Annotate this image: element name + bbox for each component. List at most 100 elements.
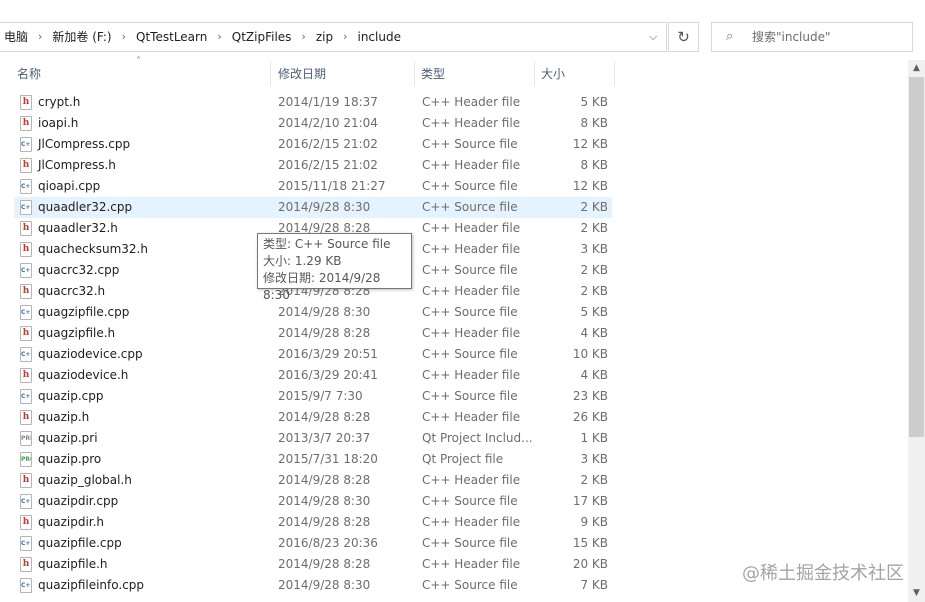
- breadcrumb-item[interactable]: QtZipFiles: [229, 23, 295, 51]
- scroll-down-icon[interactable]: ▼: [908, 585, 925, 602]
- header-file-icon: h: [20, 410, 32, 425]
- file-date: 2014/9/28 8:28: [278, 326, 371, 340]
- file-size: 26 KB: [572, 410, 608, 424]
- header-file-icon: h: [20, 557, 32, 572]
- source-file-icon: C++: [20, 179, 32, 194]
- file-size: 5 KB: [580, 305, 608, 319]
- column-divider[interactable]: [414, 62, 415, 86]
- file-size: 8 KB: [580, 158, 608, 172]
- header-file-icon: h: [20, 284, 32, 299]
- file-size: 2 KB: [580, 221, 608, 235]
- breadcrumb[interactable]: 电脑 › 新加卷 (F:) › QtTestLearn › QtZipFiles › zip › i…: [0, 22, 667, 52]
- file-type: C++ Source file: [422, 305, 518, 319]
- file-type: C++ Header file: [422, 284, 521, 298]
- file-size: 3 KB: [580, 452, 608, 466]
- file-row[interactable]: PRO quazip.pro 2015/7/31 18:20 Qt Project f…: [14, 449, 612, 470]
- file-date: 2014/9/28 8:30: [278, 494, 371, 508]
- file-row[interactable]: h quagzipfile.h 2014/9/28 8:28 C++ Header f…: [14, 323, 612, 344]
- vertical-scrollbar[interactable]: ▲ ▼: [908, 60, 925, 602]
- file-row[interactable]: C++ quazipfileinfo.cpp 2014/9/28 8:30 C++ S…: [14, 575, 612, 596]
- file-row[interactable]: h quazip_global.h 2014/9/28 8:28 C++ Header…: [14, 470, 612, 491]
- file-date: 2016/2/15 21:02: [278, 137, 378, 151]
- breadcrumb-separator-icon[interactable]: ›: [115, 23, 133, 51]
- file-row[interactable]: h ioapi.h 2014/2/10 21:04 C++ Header file 8 …: [14, 113, 612, 134]
- file-size: 1 KB: [580, 431, 608, 445]
- file-row[interactable]: C++ quazipfile.cpp 2016/8/23 20:36 C++ Sour…: [14, 533, 612, 554]
- file-size: 8 KB: [580, 116, 608, 130]
- refresh-button[interactable]: ↻: [668, 22, 699, 52]
- file-type: C++ Header file: [422, 326, 521, 340]
- file-date: 2014/9/28 8:28: [278, 515, 371, 529]
- breadcrumb-item[interactable]: zip: [313, 23, 336, 51]
- file-date: 2014/2/10 21:04: [278, 116, 378, 130]
- scroll-thumb[interactable]: [909, 77, 924, 437]
- file-row[interactable]: C++ quagzipfile.cpp 2014/9/28 8:30 C++ Sour…: [14, 302, 612, 323]
- breadcrumb-item[interactable]: 电脑: [1, 23, 31, 51]
- column-divider[interactable]: [534, 62, 535, 86]
- file-row[interactable]: C++ JlCompress.cpp 2016/2/15 21:02 C++ Sour…: [14, 134, 612, 155]
- file-name: quazip.pri: [38, 431, 98, 445]
- file-row[interactable]: C++ qioapi.cpp 2015/11/18 21:27 C++ Source …: [14, 176, 612, 197]
- search-box[interactable]: ⌕: [711, 22, 913, 52]
- breadcrumb-separator-icon[interactable]: ›: [294, 23, 312, 51]
- search-input[interactable]: [752, 27, 902, 47]
- file-row[interactable]: h crypt.h 2014/1/19 18:37 C++ Header file 5 …: [14, 92, 612, 113]
- column-name[interactable]: 名称: [17, 60, 41, 88]
- tooltip-size: 大小: 1.29 KB: [263, 254, 342, 268]
- file-row[interactable]: h quazipfile.h 2014/9/28 8:28 C++ Header fi…: [14, 554, 612, 575]
- breadcrumb-item[interactable]: QtTestLearn: [133, 23, 210, 51]
- project-file-icon: PRO: [20, 452, 32, 467]
- file-size: 23 KB: [572, 389, 608, 403]
- file-size: 2 KB: [580, 284, 608, 298]
- search-icon: ⌕: [726, 29, 734, 44]
- file-type: C++ Source file: [422, 494, 518, 508]
- file-row[interactable]: h quaziodevice.h 2016/3/29 20:41 C++ Header…: [14, 365, 612, 386]
- column-divider[interactable]: [614, 62, 615, 86]
- header-file-icon: h: [20, 515, 32, 530]
- header-file-icon: h: [20, 326, 32, 341]
- file-row[interactable]: C++ quazipdir.cpp 2014/9/28 8:30 C++ Source…: [14, 491, 612, 512]
- header-file-icon: h: [20, 158, 32, 173]
- file-name: crypt.h: [38, 95, 81, 109]
- breadcrumb-separator-icon[interactable]: ›: [210, 23, 228, 51]
- header-file-icon: h: [20, 221, 32, 236]
- chevron-down-icon[interactable]: ⌵: [640, 23, 666, 51]
- file-row[interactable]: PRI quazip.pri 2013/3/7 20:37 Qt Project In…: [14, 428, 612, 449]
- breadcrumb-item[interactable]: include: [354, 23, 403, 51]
- column-date[interactable]: 修改日期: [278, 60, 326, 88]
- source-file-icon: C++: [20, 347, 32, 362]
- column-divider[interactable]: [270, 62, 271, 86]
- tooltip-date: 修改日期: 2014/9/28 8:30: [263, 271, 381, 302]
- file-type: C++ Header file: [422, 158, 521, 172]
- file-row[interactable]: h JlCompress.h 2016/2/15 21:02 C++ Header f…: [14, 155, 612, 176]
- file-name: quazip.h: [38, 410, 90, 424]
- file-row[interactable]: h quazip.h 2014/9/28 8:28 C++ Header file 26…: [14, 407, 612, 428]
- header-file-icon: h: [20, 95, 32, 110]
- file-type: Qt Project file: [422, 452, 504, 466]
- file-date: 2015/9/7 7:30: [278, 389, 363, 403]
- file-type: C++ Source file: [422, 578, 518, 592]
- file-row[interactable]: C++ quazip.cpp 2015/9/7 7:30 C++ Source fil…: [14, 386, 612, 407]
- file-name: ioapi.h: [38, 116, 79, 130]
- file-date: 2014/9/28 8:30: [278, 305, 371, 319]
- file-row[interactable]: C++ quaziodevice.cpp 2016/3/29 20:51 C++ So…: [14, 344, 612, 365]
- file-size: 3 KB: [580, 242, 608, 256]
- file-type: C++ Source file: [422, 263, 518, 277]
- breadcrumb-separator-icon[interactable]: ›: [31, 23, 49, 51]
- file-name: quazipfileinfo.cpp: [38, 578, 145, 592]
- header-file-icon: h: [20, 242, 32, 257]
- file-size: 5 KB: [580, 95, 608, 109]
- breadcrumb-separator-icon[interactable]: ›: [336, 23, 354, 51]
- file-size: 2 KB: [580, 473, 608, 487]
- column-size[interactable]: 大小: [541, 60, 565, 88]
- file-row[interactable]: h quazipdir.h 2014/9/28 8:28 C++ Header fil…: [14, 512, 612, 533]
- file-name: quazipfile.h: [38, 557, 108, 571]
- file-row[interactable]: C++ quaadler32.cpp 2014/9/28 8:30 C++ Sourc…: [14, 197, 612, 218]
- column-type[interactable]: 类型: [421, 60, 445, 88]
- breadcrumb-item[interactable]: 新加卷 (F:): [49, 23, 114, 51]
- scroll-up-icon[interactable]: ▲: [908, 60, 925, 77]
- file-name: quaadler32.h: [38, 221, 118, 235]
- file-size: 12 KB: [572, 137, 608, 151]
- file-size: 10 KB: [572, 347, 608, 361]
- file-name: JlCompress.h: [38, 158, 116, 172]
